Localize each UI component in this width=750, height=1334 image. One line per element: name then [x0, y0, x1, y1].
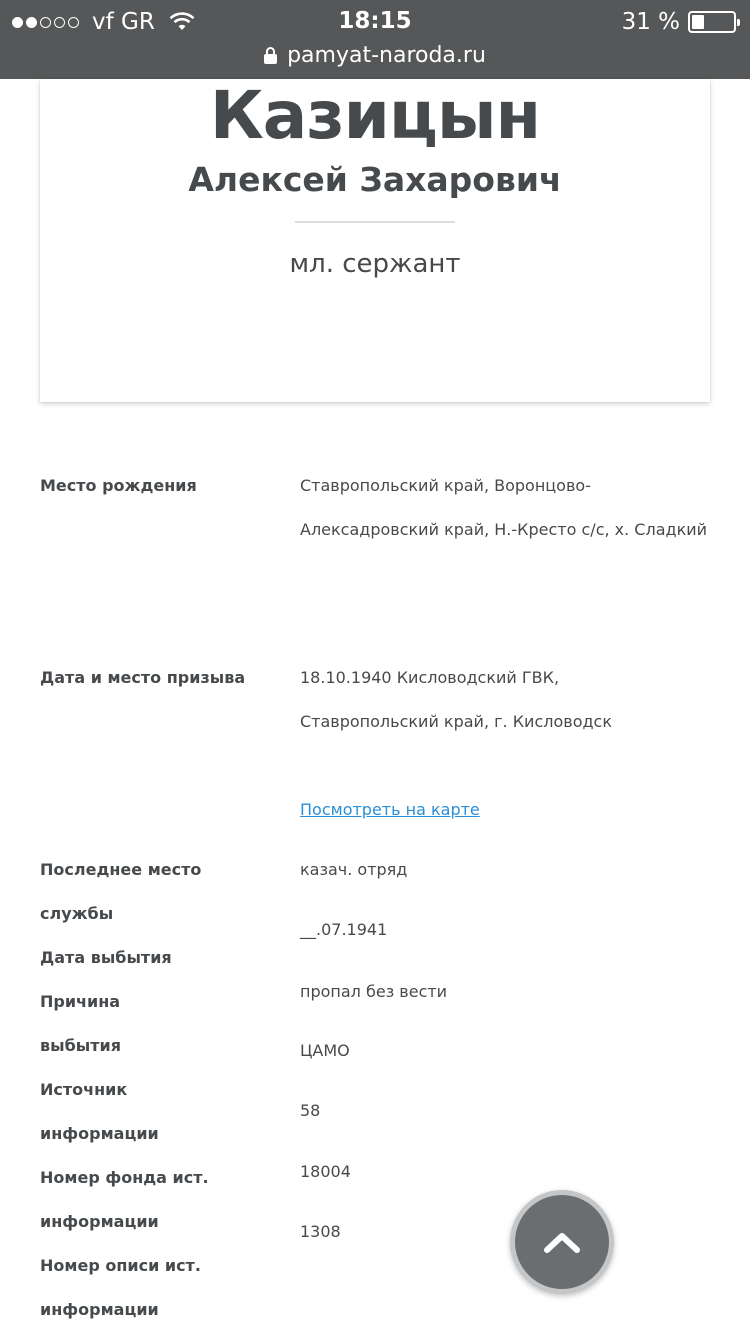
chevron-up-icon [544, 1233, 580, 1253]
scroll-to-top-button[interactable] [510, 1190, 614, 1294]
divider [295, 221, 455, 223]
opis-value: 18004 [300, 1162, 351, 1181]
opis-label: Номер описи ист. информации [40, 1256, 201, 1319]
rank: мл. сержант [289, 249, 461, 279]
last-service-value: казач. отряд [300, 860, 408, 879]
source-value: ЦАМО [300, 1041, 350, 1060]
draft-value: 18.10.1940 Кисловодский ГВК, Ставропольс… [300, 668, 613, 731]
delo-value: 1308 [300, 1222, 341, 1241]
birth-place-label: Место рождения [40, 476, 197, 495]
view-on-map-link[interactable]: Посмотреть на карте [300, 800, 480, 819]
departure-date-value: __.07.1941 [300, 920, 388, 939]
status-bar: vf GR 18:15 31 % pamyat-naroda.ru [0, 0, 750, 79]
last-service-label: Последнее место службы [40, 860, 202, 923]
source-label: Источник информации [40, 1080, 159, 1143]
departure-date-label: Дата выбытия [40, 948, 172, 967]
draft-label: Дата и место призыва [40, 668, 246, 687]
person-card: Казицын Алексей Захарович мл. сержант [40, 77, 710, 402]
url-text: pamyat-naroda.ru [287, 42, 486, 68]
address-bar[interactable]: pamyat-naroda.ru [0, 40, 750, 70]
lock-icon [264, 46, 278, 64]
status-right: 31 % [621, 8, 740, 36]
map-link-wrap: Посмотреть на карте [300, 788, 710, 832]
birth-place-value: Ставропольский край, Воронцово-Алексадро… [300, 476, 708, 539]
fond-label: Номер фонда ист. информации [40, 1168, 209, 1231]
surname: Казицын [209, 77, 541, 154]
given-names: Алексей Захарович [188, 160, 562, 199]
battery-icon [688, 11, 740, 33]
battery-percent: 31 % [621, 9, 680, 35]
fond-value: 58 [300, 1101, 321, 1120]
departure-reason-value: пропал без вести [300, 982, 448, 1001]
departure-reason-label: Причина выбытия [40, 992, 121, 1055]
